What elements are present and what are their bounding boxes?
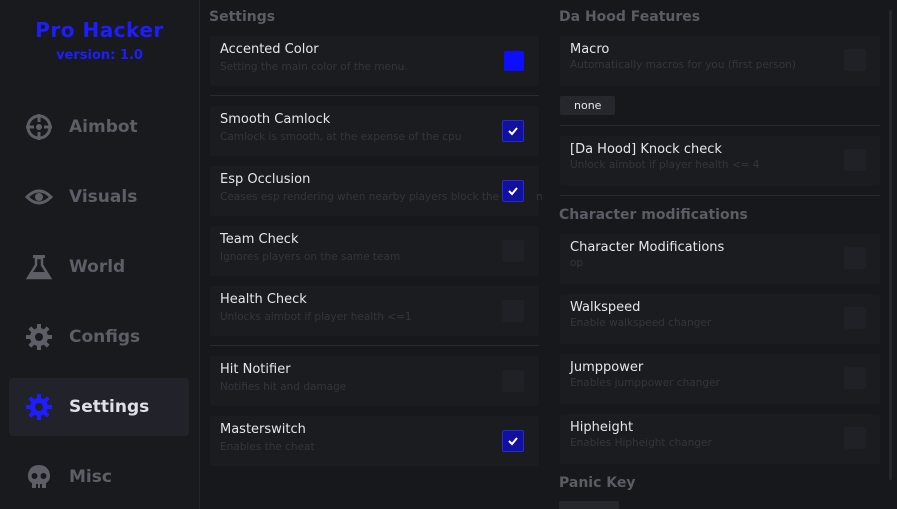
check-icon [508,127,518,136]
crosshair-icon [25,113,53,141]
esp-occlusion-checkbox[interactable] [502,180,524,202]
health-check-checkbox[interactable] [502,300,524,322]
sidebar-item-misc[interactable]: Misc [9,448,189,506]
setting-description: Unlock aimbot if player health <= 4 [570,159,760,171]
setting-hit-notifier[interactable]: Hit Notifier Notifies hit and damage [210,356,539,406]
setting-title: [Da Hood] Knock check [570,142,722,157]
panic-key-title: Panic Key [559,475,636,491]
sidebar-item-aimbot[interactable]: Aimbot [9,98,189,156]
setting-macro[interactable]: Macro Automatically macros for you (firs… [560,36,880,86]
character-section-title: Character modifications [559,207,748,223]
app-title: Pro Hacker [35,18,164,42]
setting-title: Accented Color [220,42,319,57]
setting-hipheight[interactable]: Hipheight Enables Hipheight changer [560,414,880,464]
setting-title: Macro [570,42,610,57]
divider [560,125,880,126]
overflow-text: n [536,191,543,203]
divider [210,345,539,346]
sidebar-item-label: Aimbot [69,117,138,137]
sidebar-item-settings[interactable]: Settings [9,378,189,436]
scrollbar[interactable] [889,10,892,480]
divider [210,95,539,96]
sidebar: Pro Hacker version: 1.0 Aimbot Visuals W… [0,0,200,509]
setting-health-check[interactable]: Health Check Unlocks aimbot if player he… [210,286,539,336]
accent-color-picker[interactable] [504,51,524,71]
setting-description: Automatically macros for you (first pers… [570,59,796,71]
panic-key-button[interactable] [559,501,619,509]
sidebar-item-label: Configs [69,327,141,347]
setting-title: Masterswitch [220,422,306,437]
app-version: version: 1.0 [56,48,143,63]
hit-notifier-checkbox[interactable] [502,370,524,392]
setting-title: Smooth Camlock [220,112,331,127]
skull-icon [25,463,53,491]
cog-icon [25,323,53,351]
setting-knock-check[interactable]: [Da Hood] Knock check Unlock aimbot if p… [560,136,880,186]
setting-masterswitch[interactable]: Masterswitch Enables the cheat [210,416,539,466]
setting-description: Notifies hit and damage [220,381,347,393]
sidebar-item-label: World [69,257,126,277]
setting-description: Enables jumppower changer [570,377,720,389]
setting-title: Esp Occlusion [220,172,311,187]
check-icon [508,187,518,196]
macro-keybind-button[interactable]: none [560,96,616,115]
cog-icon [25,393,53,421]
setting-description: Unlocks aimbot if player health <=1 [220,311,412,323]
character-modifications-checkbox[interactable] [844,247,866,269]
walkspeed-checkbox[interactable] [844,307,866,329]
flask-icon [25,253,53,281]
setting-description: op [570,257,584,269]
setting-smooth-camlock[interactable]: Smooth Camlock Camlock is smooth, at the… [210,106,539,156]
eye-icon [25,183,53,211]
setting-title: Jumppower [570,360,644,375]
sidebar-item-world[interactable]: World [9,238,189,296]
setting-team-check[interactable]: Team Check Ignores players on the same t… [210,226,539,276]
team-check-checkbox[interactable] [502,240,524,262]
sidebar-item-label: Visuals [69,187,138,207]
setting-description: Ceases esp rendering when nearby players… [220,191,500,203]
setting-character-modifications[interactable]: Character Modifications op [560,234,880,284]
sidebar-item-visuals[interactable]: Visuals [9,168,189,226]
setting-title: Health Check [220,292,307,307]
check-icon [508,437,518,446]
setting-title: Hipheight [570,420,634,435]
setting-jumppower[interactable]: Jumppower Enables jumppower changer [560,354,880,404]
setting-description: Setting the main color of the menu. [220,61,408,73]
sidebar-item-configs[interactable]: Configs [9,308,189,366]
setting-description: Enable walkspeed changer [570,317,712,329]
hipheight-checkbox[interactable] [844,427,866,449]
jumppower-checkbox[interactable] [844,367,866,389]
setting-accented-color[interactable]: Accented Color Setting the main color of… [210,36,539,86]
setting-description: Enables the cheat [220,441,315,453]
setting-walkspeed[interactable]: Walkspeed Enable walkspeed changer [560,294,880,344]
divider [560,195,880,196]
smooth-camlock-checkbox[interactable] [502,120,524,142]
setting-esp-occlusion[interactable]: Esp Occlusion Ceases esp rendering when … [210,166,539,216]
setting-title: Walkspeed [570,300,641,315]
setting-title: Hit Notifier [220,362,291,377]
dahood-section-title: Da Hood Features [559,9,701,25]
sidebar-item-label: Settings [69,397,150,417]
sidebar-item-label: Misc [69,467,112,487]
setting-title: Team Check [220,232,299,247]
setting-description: Camlock is smooth, at the expense of the… [220,131,462,143]
knock-check-checkbox[interactable] [844,149,866,171]
macro-checkbox[interactable] [844,49,866,71]
setting-description: Enables Hipheight changer [570,437,712,449]
masterswitch-checkbox[interactable] [502,430,524,452]
settings-section-title: Settings [209,9,276,25]
setting-description: Ignores players on the same team [220,251,401,263]
setting-title: Character Modifications [570,240,725,255]
